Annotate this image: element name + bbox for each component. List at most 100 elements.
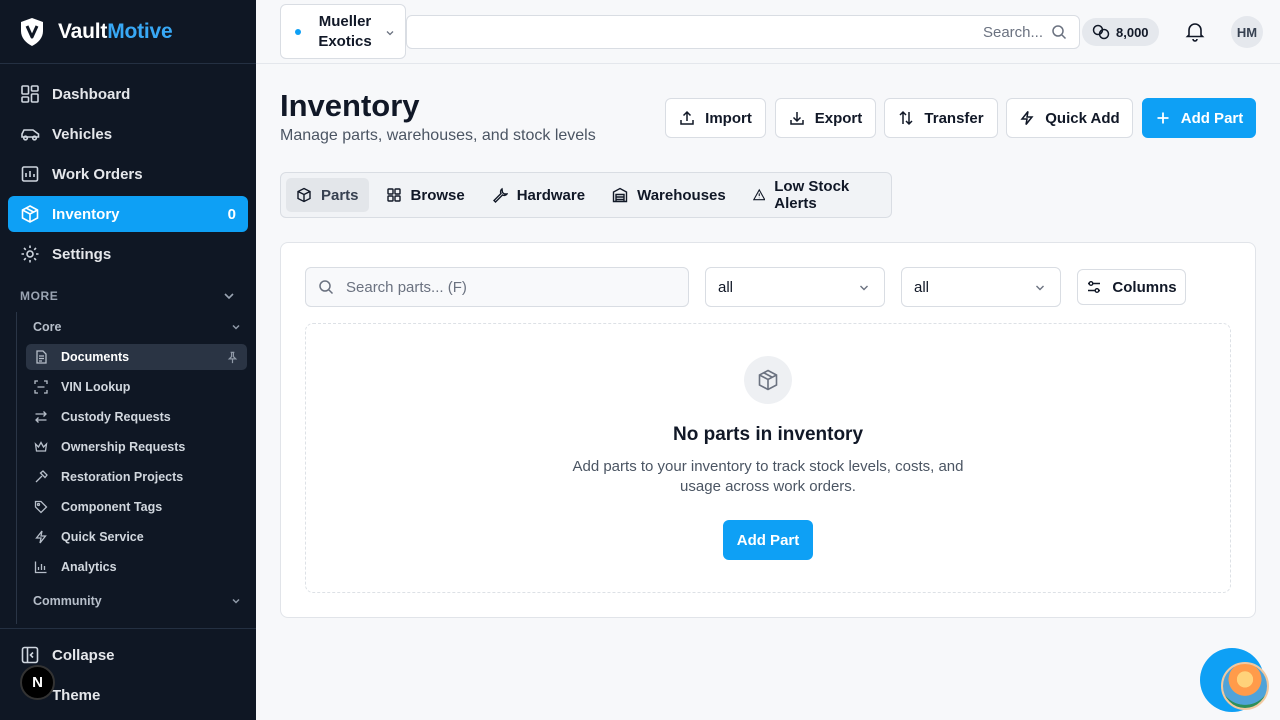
shield-logo-icon [21, 17, 43, 46]
export-button[interactable]: Export [775, 98, 876, 138]
zap-icon [35, 530, 47, 544]
nav-label: Vehicles [52, 125, 113, 143]
nav-label: Inventory [52, 205, 120, 223]
search-icon [319, 280, 334, 295]
filter-value: all [914, 278, 930, 296]
credits-badge[interactable]: 8,000 [1082, 18, 1159, 46]
more-label: MORE [20, 289, 59, 303]
more-section-toggle[interactable]: MORE [0, 284, 256, 308]
nav-label: Settings [52, 245, 112, 263]
scan-icon [34, 380, 48, 394]
add-part-label: Add Part [1180, 109, 1244, 127]
box-icon [758, 369, 778, 391]
sidebar-item-documents[interactable]: Documents [26, 344, 247, 370]
tab-hardware[interactable]: Hardware [482, 178, 595, 212]
tab-browse[interactable]: Browse [376, 178, 475, 212]
page-subtitle: Manage parts, warehouses, and stock leve… [280, 127, 596, 144]
sidebar-item-component-tags[interactable]: Component Tags [26, 494, 247, 520]
arrows-up-down-icon [899, 110, 913, 126]
clipboard-icon [21, 166, 39, 182]
wrench-icon [492, 187, 508, 203]
global-search-input[interactable]: Search... [406, 15, 1080, 49]
chevron-down-icon [232, 324, 240, 330]
page-title: Inventory [280, 88, 420, 123]
core-group-toggle[interactable]: Core [17, 312, 256, 342]
empty-state-title: No parts in inventory [672, 424, 864, 445]
empty-add-part-button[interactable]: Add Part [723, 520, 813, 560]
sidebar-item-label: Quick Service [61, 530, 144, 544]
chevron-down-icon [386, 31, 394, 36]
upload-icon [680, 110, 694, 125]
nav-item-work-orders[interactable]: Work Orders [8, 156, 248, 192]
sidebar-item-vin-lookup[interactable]: VIN Lookup [26, 374, 247, 400]
assistant-avatar[interactable] [1221, 662, 1269, 710]
community-label: Community [33, 594, 102, 608]
parts-search-placeholder: Search parts... (F) [346, 278, 467, 296]
topbar: Mueller Exotics Search... 8,000 HM [256, 0, 1280, 64]
quick-add-label: Quick Add [1045, 109, 1120, 127]
nav-label: Work Orders [52, 165, 143, 183]
tab-label: Low Stock Alerts [774, 178, 850, 212]
empty-state-icon-wrap [744, 356, 792, 404]
org-status-dot [295, 28, 301, 35]
chevron-down-icon [1036, 285, 1044, 291]
columns-button[interactable]: Columns [1077, 269, 1186, 305]
nav-item-inventory[interactable]: Inventory 0 [8, 196, 248, 232]
coins-icon [1092, 24, 1110, 40]
plus-icon [1157, 112, 1169, 124]
parts-search-input[interactable]: Search parts... (F) [305, 267, 689, 307]
status-filter-select[interactable]: all [901, 267, 1061, 307]
pin-icon[interactable] [226, 351, 239, 364]
sidebar-item-restoration-projects[interactable]: Restoration Projects [26, 464, 247, 490]
user-avatar[interactable]: HM [1231, 16, 1263, 48]
add-part-button[interactable]: Add Part [1142, 98, 1256, 138]
tag-icon [34, 500, 48, 514]
organization-select[interactable]: Mueller Exotics [280, 4, 406, 59]
chevron-down-icon [860, 285, 868, 291]
parts-card: Search parts... (F) all all Columns No p… [280, 242, 1256, 618]
transfer-label: Transfer [924, 109, 984, 127]
theme-label: Theme [52, 686, 101, 704]
tab-low-stock-alerts[interactable]: Low Stock Alerts [743, 178, 879, 212]
chevron-down-icon [224, 293, 234, 300]
sidebar-item-custody-requests[interactable]: Custody Requests [26, 404, 247, 430]
sidebar-item-analytics[interactable]: Analytics [26, 554, 247, 580]
file-text-icon [36, 350, 47, 364]
nav-item-vehicles[interactable]: Vehicles [8, 116, 248, 152]
dashboard-icon [21, 85, 39, 103]
category-filter-select[interactable]: all [705, 267, 885, 307]
gear-icon [21, 245, 39, 263]
tab-warehouses[interactable]: Warehouses [602, 178, 736, 212]
bell-icon[interactable] [1184, 20, 1206, 42]
dev-tools-badge[interactable]: N [20, 665, 55, 700]
sidebar-item-label: VIN Lookup [61, 380, 131, 394]
tab-label: Browse [410, 186, 465, 204]
transfer-button[interactable]: Transfer [884, 98, 998, 138]
alert-triangle-icon [752, 188, 766, 201]
inventory-tabs: Parts Browse Hardware Warehouses Low Sto… [280, 172, 892, 218]
collapse-label: Collapse [52, 646, 115, 664]
sidebar-item-label: Restoration Projects [61, 470, 184, 484]
community-group-toggle[interactable]: Community [17, 586, 256, 616]
brand[interactable]: VaultMotive [0, 0, 256, 64]
sidebar-item-label: Custody Requests [61, 410, 171, 424]
org-name: Mueller Exotics [318, 12, 372, 50]
hammer-icon [35, 470, 48, 483]
arrows-left-right-icon [35, 411, 47, 423]
tab-parts[interactable]: Parts [286, 178, 369, 212]
nav-item-dashboard[interactable]: Dashboard [8, 76, 248, 112]
tab-label: Hardware [516, 186, 586, 204]
inventory-count-badge: 0 [227, 205, 236, 223]
tab-label: Warehouses [637, 186, 726, 204]
sidebar-item-ownership-requests[interactable]: Ownership Requests [26, 434, 247, 460]
warehouse-icon [612, 187, 628, 203]
bar-chart-icon [34, 561, 47, 574]
sidebar-item-quick-service[interactable]: Quick Service [26, 524, 247, 550]
import-button[interactable]: Import [665, 98, 766, 138]
search-icon [1052, 25, 1067, 40]
import-label: Import [705, 109, 752, 127]
nav-item-settings[interactable]: Settings [8, 236, 248, 272]
quick-add-button[interactable]: Quick Add [1006, 98, 1133, 138]
filter-value: all [718, 278, 734, 296]
nav-label: Dashboard [52, 85, 131, 103]
